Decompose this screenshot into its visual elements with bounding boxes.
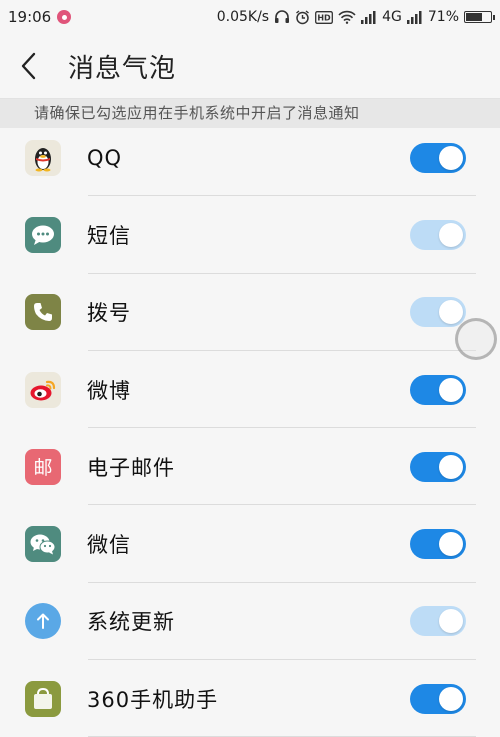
app-row-weibo[interactable]: 微博: [0, 351, 500, 429]
battery-icon: [464, 11, 495, 23]
app-row-assistant[interactable]: 360手机助手: [0, 660, 500, 737]
update-arrow-icon: [25, 603, 61, 640]
headphones-icon: [274, 10, 290, 24]
app-label: 微博: [87, 378, 131, 403]
signal-label: 4G: [382, 9, 402, 25]
network-speed: 0.05K/s: [216, 9, 270, 25]
sms-bubble-icon: [25, 216, 61, 253]
app-label: 微信: [87, 533, 131, 558]
qq-penguin-icon: [25, 139, 61, 176]
app-label: 拨号: [87, 301, 131, 326]
chevron-left-icon[interactable]: [20, 46, 48, 86]
toggle-wechat[interactable]: [410, 529, 466, 560]
app-row-dialer[interactable]: 拨号: [0, 274, 500, 352]
wifi-icon: [338, 10, 356, 24]
app-row-wechat[interactable]: 微信: [0, 505, 500, 584]
status-bar: 19:06 0.05K/s HD 4G 71%: [0, 0, 500, 34]
record-icon: [57, 10, 72, 24]
app-label: 360手机助手: [87, 687, 219, 712]
toggle-knob: [439, 609, 463, 634]
toggle-knob: [439, 532, 463, 557]
app-row-sms[interactable]: 短信: [0, 196, 500, 274]
toggle-knob: [439, 145, 463, 170]
toggle-knob: [439, 454, 463, 479]
status-time: 19:06: [8, 8, 52, 26]
header: 消息气泡: [0, 34, 500, 98]
toggle-email[interactable]: [410, 451, 466, 482]
phone-icon: [25, 294, 61, 331]
app-label: 短信: [87, 223, 131, 248]
toggle-qq[interactable]: [410, 142, 466, 173]
signal-icon: [406, 10, 423, 24]
app-label: QQ: [87, 145, 123, 170]
app-label: 系统更新: [87, 610, 175, 635]
shopping-bag-icon: [25, 680, 61, 717]
svg-text:邮: 邮: [33, 457, 52, 479]
toggle-assistant[interactable]: [410, 683, 466, 714]
battery-percent: 71%: [427, 9, 459, 25]
toggle-knob: [439, 686, 463, 711]
touch-indicator: [455, 318, 497, 360]
toggle-knob: [439, 222, 463, 247]
toggle-knob: [439, 377, 463, 402]
app-list: QQ 短信拨号微博邮 电子邮件微信系统更新 360手机助手: [0, 119, 500, 737]
toggle-sms[interactable]: [410, 219, 466, 250]
toggle-knob: [439, 300, 463, 325]
toggle-dialer[interactable]: [410, 297, 466, 328]
app-row-update[interactable]: 系统更新: [0, 583, 500, 661]
svg-text:HD: HD: [317, 13, 331, 22]
page-title: 消息气泡: [68, 53, 177, 84]
weibo-icon: [25, 371, 61, 408]
app-label: 电子邮件: [87, 455, 175, 480]
hd-icon: HD: [315, 10, 334, 24]
toggle-weibo[interactable]: [410, 374, 466, 405]
signal-icon: [361, 10, 377, 24]
email-icon: 邮: [25, 448, 61, 485]
alarm-icon: [295, 9, 310, 25]
toggle-update[interactable]: [410, 606, 466, 637]
app-row-email[interactable]: 邮 电子邮件: [0, 428, 500, 506]
wechat-icon: [25, 526, 61, 563]
app-row-qq[interactable]: QQ: [0, 119, 500, 197]
